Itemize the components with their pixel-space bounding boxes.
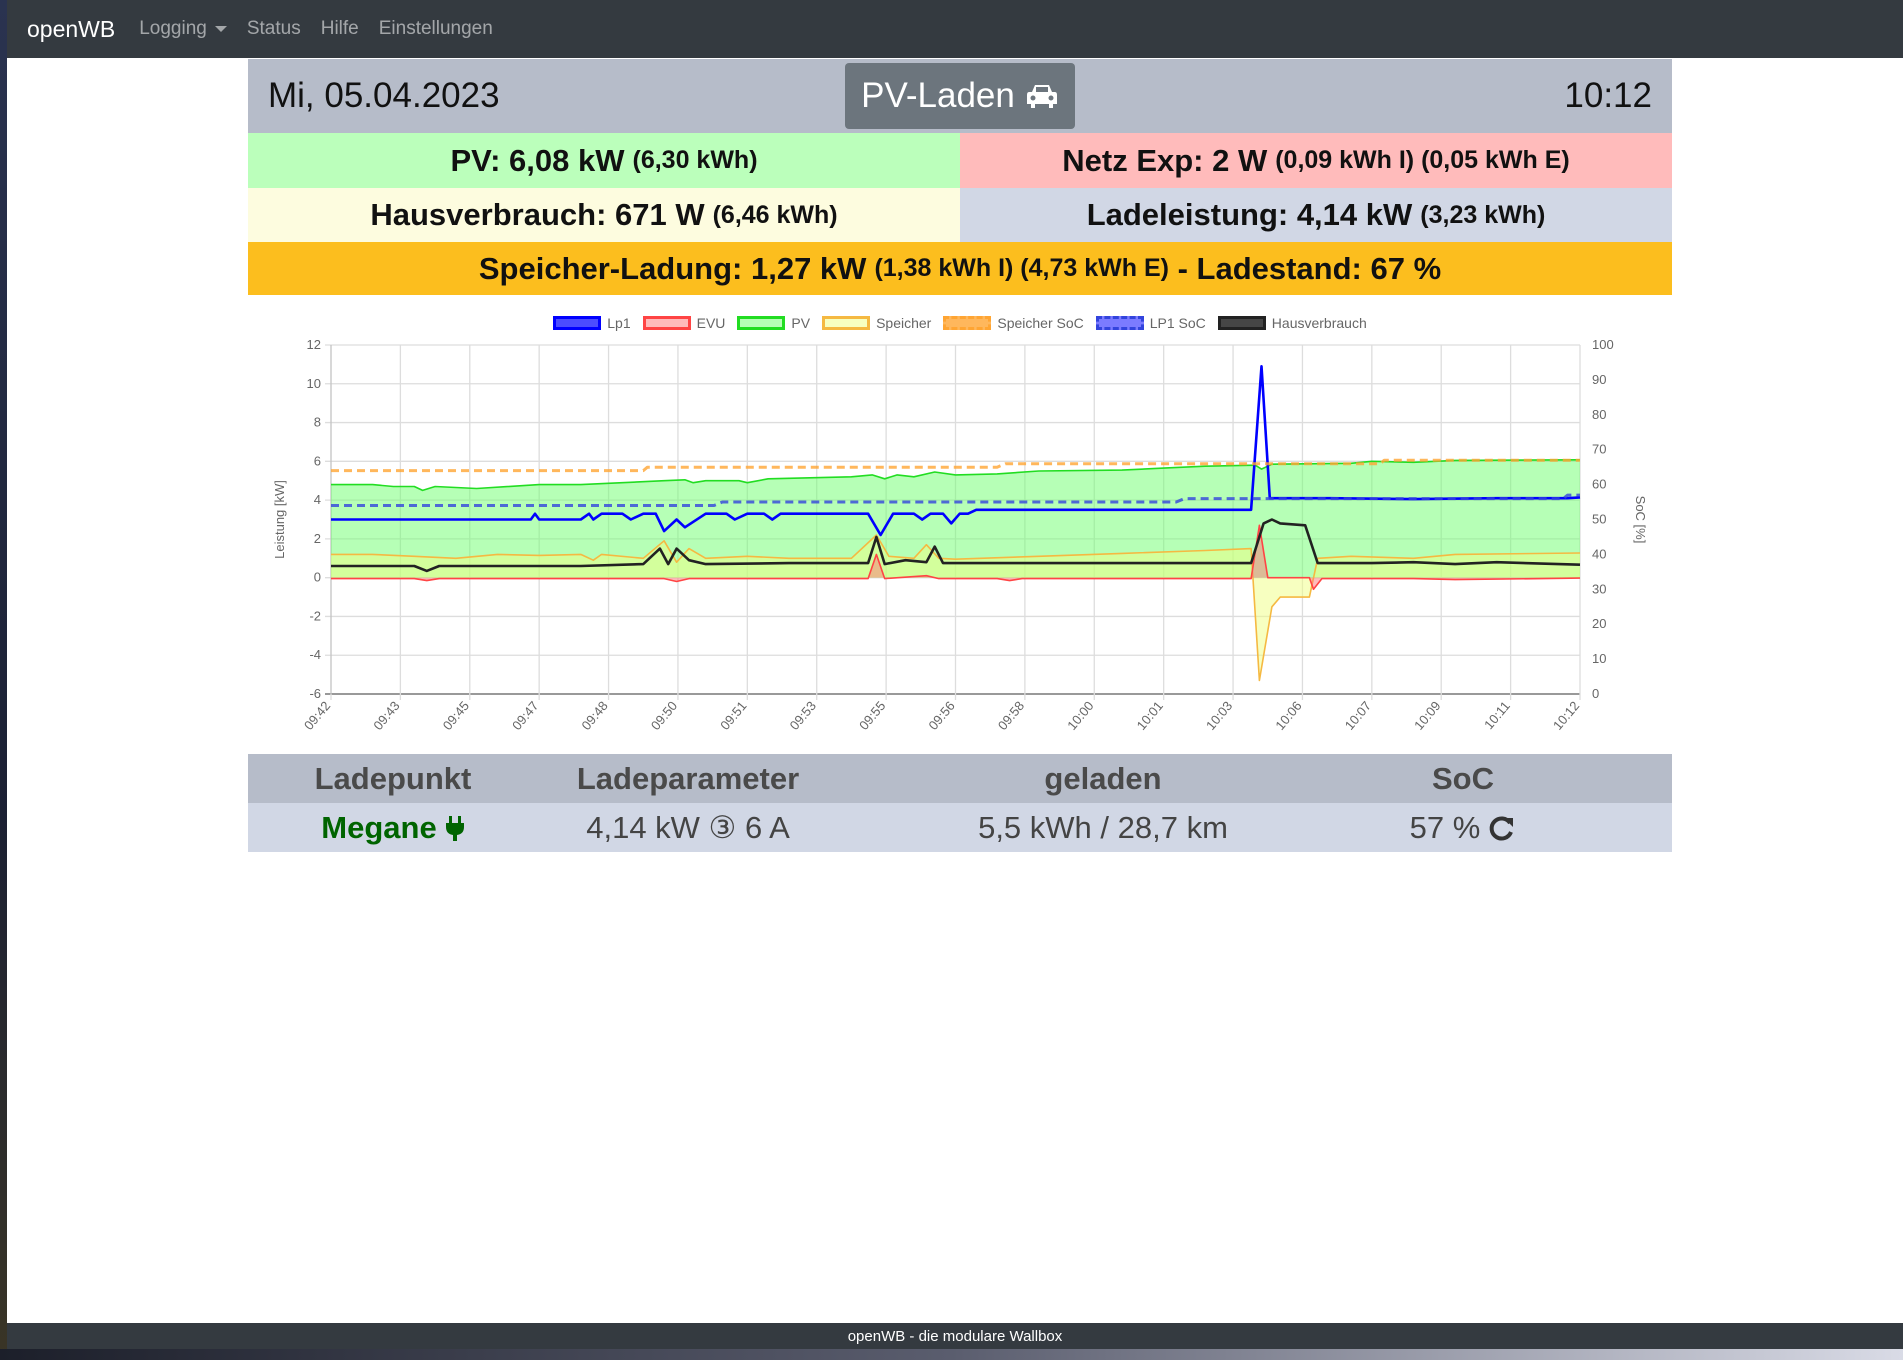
grid-summary: Netz Exp: 2 W (0,09 kWh I) (0,05 kWh E): [960, 133, 1672, 188]
nav-einstellungen[interactable]: Einstellungen: [379, 18, 493, 40]
x-tick-label: 09:47: [509, 698, 541, 733]
battery-soc: Ladestand: 67 %: [1196, 250, 1442, 286]
power-chart: Lp1 EVU PV Speicher Speicher SoC LP1 SoC Hausv…: [248, 303, 1672, 746]
x-tick-label: 10:00: [1064, 698, 1096, 733]
y2-tick-label: 50: [1592, 512, 1606, 527]
x-tick-label: 10:09: [1411, 698, 1443, 733]
col-geladen: geladen: [1044, 760, 1162, 796]
table-header: Ladepunkt Ladeparameter geladen SoC: [248, 754, 1672, 803]
y2-tick-label: 30: [1592, 581, 1606, 596]
pv-summary: PV: 6,08 kW (6,30 kWh): [248, 133, 960, 188]
y2-tick-label: 70: [1592, 442, 1606, 457]
y2-tick-label: 10: [1592, 651, 1606, 666]
y-tick-label: -4: [309, 647, 321, 662]
pv-energy: (6,30 kWh): [632, 146, 758, 174]
x-tick-label: 10:11: [1481, 698, 1513, 732]
battery-separator: -: [1168, 250, 1197, 286]
battery-energy: (1,38 kWh I) (4,73 kWh E): [874, 254, 1169, 282]
y-tick-label: 2: [314, 531, 321, 546]
x-tick-label: 09:58: [995, 698, 1027, 733]
x-tick-label: 09:43: [370, 698, 402, 733]
charge-energy: (3,23 kWh): [1420, 200, 1546, 229]
brand-logo[interactable]: openWB: [27, 16, 115, 43]
header-bar: Mi, 05.04.2023 PV-Laden 10:12: [248, 59, 1672, 133]
x-tick-label: 09:56: [925, 698, 957, 733]
refresh-icon[interactable]: [1488, 814, 1516, 842]
y2-tick-label: 80: [1592, 407, 1606, 422]
house-summary: Hausverbrauch: 671 W (6,46 kWh): [248, 188, 960, 242]
summary-row-2: Hausverbrauch: 671 W (6,46 kWh) Ladeleist…: [248, 188, 1672, 242]
vehicle-soc: 57 %: [1368, 803, 1558, 852]
time-display: 10:12: [1564, 76, 1652, 115]
y2-tick-label: 40: [1592, 546, 1606, 561]
date-display: Mi, 05.04.2023: [268, 76, 500, 115]
chargepoint-name[interactable]: Megane: [248, 803, 538, 852]
y2-tick-label: 100: [1592, 337, 1614, 352]
vehicle-soc-value: 57 %: [1409, 809, 1481, 845]
y-tick-label: 0: [314, 570, 321, 585]
footer-text: openWB - die modulare Wallbox: [847, 1327, 1063, 1345]
x-tick-label: 10:06: [1272, 698, 1304, 733]
battery-value: Speicher-Ladung: 1,27 kW: [478, 250, 867, 286]
grid-value: Netz Exp: 2 W: [1062, 142, 1268, 178]
y-axis-title: Leistung [kW]: [272, 480, 287, 559]
col-ladeparameter: Ladeparameter: [576, 760, 800, 796]
navbar: openWB Logging Status Hilfe Einstellunge…: [7, 0, 1903, 58]
chargepoint-name-label: Megane: [321, 809, 437, 845]
table-row: Megane 4,14 kW ③ 6 A 5,5 kWh / 28,7 km 5…: [248, 803, 1672, 852]
charge-parameters: 4,14 kW ③ 6 A: [586, 809, 790, 845]
house-value: Hausverbrauch: 671 W: [370, 197, 705, 232]
y-tick-label: 12: [307, 337, 321, 352]
y2-axis-title: SoC [%]: [1633, 496, 1648, 544]
x-tick-label: 09:42: [301, 698, 333, 733]
x-tick-label: 10:03: [1203, 698, 1235, 733]
caret-down-icon: [214, 26, 227, 32]
summary-row-3: Speicher-Ladung: 1,27 kW (1,38 kWh I) (4,…: [248, 242, 1672, 295]
battery-summary: Speicher-Ladung: 1,27 kW (1,38 kWh I) (4,…: [248, 242, 1672, 295]
y-tick-label: 6: [314, 453, 321, 468]
house-energy: (6,46 kWh): [712, 200, 838, 229]
nav-hilfe[interactable]: Hilfe: [321, 18, 359, 40]
chargepoint-table: Ladepunkt Ladeparameter geladen SoC Mega…: [248, 754, 1672, 852]
desktop-background: [0, 0, 7, 1360]
footer: openWB - die modulare Wallbox: [7, 1323, 1903, 1349]
y2-tick-label: 60: [1592, 477, 1606, 492]
y2-tick-label: 90: [1592, 372, 1606, 387]
nav-logging-label: Logging: [139, 18, 207, 39]
x-tick-label: 09:50: [648, 698, 680, 733]
y-tick-label: 8: [314, 415, 321, 430]
x-tick-label: 09:55: [856, 698, 888, 733]
x-tick-label: 10:07: [1342, 698, 1374, 733]
charge-mode-button[interactable]: PV-Laden: [845, 63, 1075, 129]
x-tick-label: 09:51: [717, 698, 749, 733]
chart-canvas: 121086420-2-4-6100908070605040302010009:…: [272, 337, 1648, 733]
col-ladepunkt: Ladepunkt: [314, 760, 472, 796]
nav-status[interactable]: Status: [247, 18, 301, 40]
y2-tick-label: 20: [1592, 616, 1606, 631]
y2-tick-label: 0: [1592, 686, 1599, 701]
y-tick-label: -6: [309, 686, 321, 701]
charge-mode-label: PV-Laden: [861, 76, 1015, 115]
car-icon: [1026, 85, 1057, 108]
desktop-taskbar-strip: [0, 1349, 1903, 1360]
charged-amount: 5,5 kWh / 28,7 km: [978, 809, 1228, 845]
charge-summary: Ladeleistung: 4,14 kW (3,23 kWh): [960, 188, 1672, 242]
x-tick-label: 10:12: [1550, 698, 1582, 733]
y-tick-label: 10: [307, 376, 321, 391]
charge-value: Ladeleistung: 4,14 kW: [1086, 197, 1413, 232]
x-tick-label: 09:48: [578, 698, 610, 733]
plug-icon: [445, 815, 464, 841]
x-tick-label: 10:01: [1134, 698, 1166, 733]
x-tick-label: 09:53: [787, 698, 819, 733]
y-tick-label: 4: [314, 492, 321, 507]
grid-energy: (0,09 kWh I) (0,05 kWh E): [1275, 146, 1570, 174]
x-tick-label: 09:45: [440, 698, 472, 733]
nav-logging[interactable]: Logging: [139, 18, 227, 40]
summary-row-1: PV: 6,08 kW (6,30 kWh) Netz Exp: 2 W (0,09…: [248, 133, 1672, 188]
y-tick-label: -2: [309, 608, 321, 623]
col-soc: SoC: [1432, 760, 1494, 796]
pv-value: PV: 6,08 kW: [450, 142, 625, 178]
